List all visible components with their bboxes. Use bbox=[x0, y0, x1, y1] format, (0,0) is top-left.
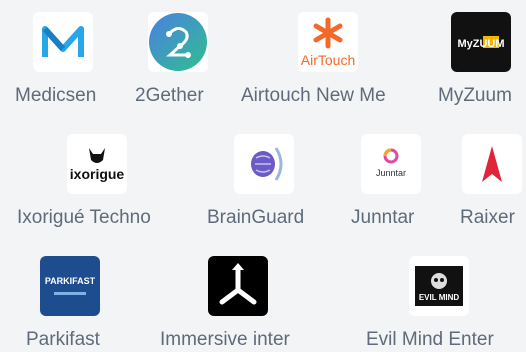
app-label: Parkifast bbox=[26, 329, 100, 350]
app-tile-parkifast[interactable]: PARKIFAST Parkifast bbox=[0, 252, 130, 352]
app-label: Medicsen bbox=[15, 85, 97, 106]
app-label: MyZuum bbox=[438, 85, 512, 106]
app-tile-myzuum[interactable]: MyZUUM MyZuum bbox=[430, 8, 526, 108]
app-tile-ixorigue[interactable]: ixorigue Ixorigué Techno bbox=[0, 130, 190, 230]
app-tile-airtouch[interactable]: AirTouch Airtouch New Me bbox=[238, 8, 418, 108]
airtouch-logo-icon: AirTouch bbox=[298, 12, 358, 72]
app-label: Airtouch New Me bbox=[241, 85, 386, 106]
app-label: Ixorigué Techno bbox=[17, 207, 151, 228]
app-tile-2gether[interactable]: 2Gether bbox=[130, 8, 230, 108]
svg-text:ixorigue: ixorigue bbox=[70, 166, 125, 182]
app-label: Evil Mind Enter bbox=[366, 329, 494, 350]
app-tile-raixer[interactable]: Raixer bbox=[455, 130, 526, 230]
medicsen-logo-icon bbox=[33, 12, 93, 72]
junntar-logo-icon: Junntar bbox=[361, 134, 421, 194]
app-tile-junntar[interactable]: Junntar Junntar bbox=[345, 130, 445, 230]
app-label: Immersive inter bbox=[160, 329, 290, 350]
app-tile-immersive[interactable]: Immersive inter bbox=[150, 252, 330, 352]
evil-mind-logo-icon: EVIL MIND bbox=[409, 256, 469, 316]
svg-text:AirTouch: AirTouch bbox=[301, 52, 355, 68]
ixorigue-logo-icon: ixorigue bbox=[67, 134, 127, 194]
parkifast-logo-icon: PARKIFAST bbox=[40, 256, 100, 316]
immersive-logo-icon bbox=[208, 256, 268, 316]
app-label: Raixer bbox=[460, 207, 515, 228]
raixer-logo-icon bbox=[462, 134, 522, 194]
app-tile-evil-mind[interactable]: EVIL MIND Evil Mind Enter bbox=[360, 252, 526, 352]
app-label: BrainGuard bbox=[207, 207, 305, 228]
app-label: Junntar bbox=[351, 207, 415, 228]
myzuum-logo-icon: MyZUUM bbox=[451, 12, 511, 72]
svg-text:Junntar: Junntar bbox=[376, 168, 406, 178]
svg-text:PARKIFAST: PARKIFAST bbox=[45, 276, 96, 286]
app-tile-medicsen[interactable]: Medicsen bbox=[0, 8, 122, 108]
brainguard-logo-icon bbox=[234, 134, 294, 194]
svg-text:MyZUUM: MyZUUM bbox=[457, 38, 504, 50]
2gether-logo-icon bbox=[148, 12, 208, 72]
app-label: 2Gether bbox=[135, 85, 204, 106]
svg-text:EVIL MIND: EVIL MIND bbox=[419, 293, 460, 302]
app-tile-brainguard[interactable]: BrainGuard bbox=[200, 130, 330, 230]
